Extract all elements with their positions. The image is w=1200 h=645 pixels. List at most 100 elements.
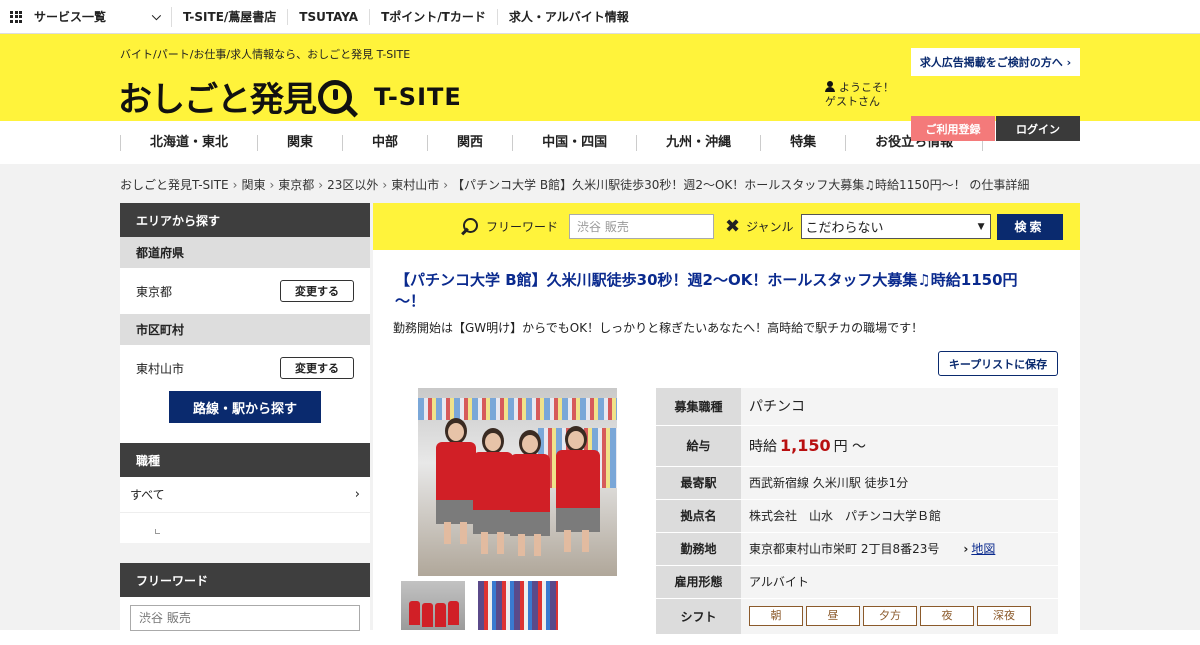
prefecture-value: 東京都 [136, 284, 173, 299]
map-link[interactable]: 地図 [963, 542, 995, 556]
chevron-right-icon: › [354, 487, 360, 502]
shift-daytime: 昼 [806, 606, 860, 626]
spec-row-location: 勤務地 東京都東村山市栄町 2丁目8番23号 地図 [656, 532, 1058, 566]
top-link-tsite[interactable]: T-SITE/蔦屋書店 [172, 8, 289, 25]
city-row: 東村山市 変更する [120, 345, 370, 391]
spec-row-shift: シフト 朝昼夕方夜深夜 [656, 598, 1058, 635]
welcome-line1: ようこそ！ [839, 81, 894, 94]
route-station-search-button[interactable]: 路線・駅から探す [169, 391, 321, 423]
wage-prefix: 時給 [749, 438, 777, 455]
genre-label: ジャンル [746, 220, 794, 234]
spec-value: 西武新宿線 久米川駅 徒歩1分 [741, 466, 1058, 500]
shift-night: 夜 [920, 606, 974, 626]
search-button[interactable]: 検索 [996, 213, 1063, 240]
welcome-message: ようこそ！ ゲストさん [825, 81, 894, 109]
top-link-tsutaya[interactable]: TSUTAYA [288, 8, 371, 25]
welcome-line2: ゲストさん [825, 95, 880, 108]
spec-label: 拠点名 [656, 499, 741, 533]
wage-amount: 1,150 [780, 435, 831, 455]
nav-features[interactable]: 特集 [760, 134, 845, 151]
shift-cell: 朝昼夕方夜深夜 [741, 598, 1058, 635]
spec-value: 株式会社 山水 パチンコ大学Ｂ館 [741, 499, 1058, 533]
nav-kyushu-okinawa[interactable]: 九州・沖縄 [636, 134, 760, 151]
service-menu-label: サービス一覧 [34, 10, 107, 24]
spec-row-base: 拠点名 株式会社 山水 パチンコ大学Ｂ館 [656, 499, 1058, 533]
prefecture-row: 東京都 変更する [120, 268, 370, 314]
route-search-area: 路線・駅から探す [120, 391, 370, 443]
city-value: 東村山市 [136, 361, 185, 376]
nav-chubu[interactable]: 中部 [342, 134, 427, 151]
job-photo-thumbnail-2[interactable] [478, 581, 558, 630]
spec-label: 勤務地 [656, 532, 741, 566]
breadcrumb-sep-icon: › [232, 178, 238, 192]
shift-morning: 朝 [749, 606, 803, 626]
chevron-down-icon: ⌵ [151, 9, 161, 23]
spec-value: アルバイト [741, 565, 1058, 599]
site-logo[interactable]: おしごと発見 T-SITE [118, 72, 462, 121]
nav-kanto[interactable]: 関東 [257, 134, 342, 151]
register-button[interactable]: ご利用登録 [911, 116, 995, 141]
tree-corner-icon [155, 529, 160, 534]
tagline: バイト/パート/お仕事/求人情報なら、おしごと発見 T-SITE [120, 48, 411, 61]
spec-label: 募集職種 [656, 388, 741, 426]
top-link-tpoint[interactable]: Tポイント/Tカード [370, 8, 498, 25]
shift-late-night: 深夜 [977, 606, 1031, 626]
genre-x-icon: ✖ [725, 216, 741, 237]
top-link-jobs[interactable]: 求人・アルバイト情報 [498, 9, 640, 25]
spec-row-employment: 雇用形態 アルバイト [656, 565, 1058, 599]
job-category-all[interactable]: すべて › [120, 477, 370, 513]
job-category-subtree [120, 513, 370, 543]
nav-chugoku-shikoku[interactable]: 中国・四国 [512, 134, 636, 151]
freeword-input[interactable]: 渋谷 販売 [569, 214, 715, 239]
spec-label: 給与 [656, 425, 741, 467]
job-main-photo [418, 388, 617, 576]
wage-value: 時給 1,150 円 〜 [741, 425, 1058, 467]
magnifier-logo-icon [318, 79, 352, 114]
job-category-all-label: すべて [130, 488, 165, 502]
person-icon [825, 81, 835, 92]
spec-value: 東京都東村山市栄町 2丁目8番23号 [749, 542, 940, 556]
site-header: バイト/パート/お仕事/求人情報なら、おしごと発見 T-SITE おしごと発見 … [0, 34, 1200, 141]
freeword-label: フリーワード [486, 220, 559, 234]
breadcrumb-higashimurayama[interactable]: 東村山市 [391, 178, 439, 192]
search-bar: フリーワード 渋谷 販売 ✖ ジャンル こだわらない ▼ 検索 [373, 203, 1080, 250]
job-photo-thumbnail-1[interactable] [401, 581, 465, 630]
breadcrumb-outside-23[interactable]: 23区以外 [327, 178, 378, 192]
ad-inquiry-button[interactable]: 求人広告掲載をご検討の方へ › [911, 48, 1080, 76]
spec-row-type: 募集職種 パチンコ [656, 388, 1058, 426]
nav-hokkaido-tohoku[interactable]: 北海道・東北 [120, 134, 257, 151]
sidebar-freeword-input[interactable] [130, 605, 360, 631]
job-title: 【パチンコ大学 B館】久米川駅徒歩30秒！週2～OK！ホールスタッフ大募集♫時給… [395, 271, 1018, 310]
prefecture-label: 都道府県 [120, 237, 370, 268]
grid-icon [10, 10, 22, 23]
spec-value: パチンコ [741, 388, 1058, 426]
job-detail-panel: フリーワード 渋谷 販売 ✖ ジャンル こだわらない ▼ 検索 【パチンコ大学 … [373, 203, 1080, 635]
spec-label: シフト [656, 598, 741, 635]
nav-kansai[interactable]: 関西 [427, 134, 512, 151]
keep-list-save-button[interactable]: キープリストに保存 [938, 351, 1058, 376]
breadcrumb-current: 【パチンコ大学 B館】久米川駅徒歩30秒！週2～OK！ホールスタッフ大募集♫時給… [452, 178, 1030, 192]
freeword-header: フリーワード [120, 563, 370, 597]
top-bar: サービス一覧 ⌵ T-SITE/蔦屋書店 TSUTAYA Tポイント/Tカード … [0, 0, 1200, 34]
breadcrumb-sep-icon: › [443, 178, 449, 192]
change-prefecture-button[interactable]: 変更する [280, 280, 354, 302]
breadcrumb-tokyo[interactable]: 東京都 [278, 178, 314, 192]
job-category-header: 職種 [120, 443, 370, 477]
job-subtitle: 勤務開始は【GW明け】からでもOK！しっかりと稼ぎたいあなたへ！高時給で駅チカの… [393, 321, 924, 335]
service-menu[interactable]: サービス一覧 ⌵ [0, 6, 172, 27]
login-button[interactable]: ログイン [996, 116, 1080, 141]
job-spec-table: 募集職種 パチンコ 給与 時給 1,150 円 〜 最寄駅 西武新宿線 久米川駅 徒… [656, 388, 1058, 635]
breadcrumb: おしごと発見T-SITE › 関東 › 東京都 › 23区以外 › 東村山市 › 【パチンコ大学 B… [120, 176, 1029, 193]
breadcrumb-kanto[interactable]: 関東 [241, 178, 265, 192]
spec-row-wage: 給与 時給 1,150 円 〜 [656, 425, 1058, 467]
shift-evening: 夕方 [863, 606, 917, 626]
logo-text-en: T-SITE [374, 82, 462, 111]
city-label: 市区町村 [120, 314, 370, 345]
genre-select[interactable]: こだわらない ▼ [800, 214, 991, 239]
dropdown-arrow-icon: ▼ [977, 221, 985, 232]
breadcrumb-sep-icon: › [269, 178, 275, 192]
breadcrumb-sep-icon: › [318, 178, 324, 192]
breadcrumb-home[interactable]: おしごと発見T-SITE [120, 178, 229, 192]
change-city-button[interactable]: 変更する [280, 357, 354, 379]
wage-suffix: 円 〜 [833, 438, 867, 455]
